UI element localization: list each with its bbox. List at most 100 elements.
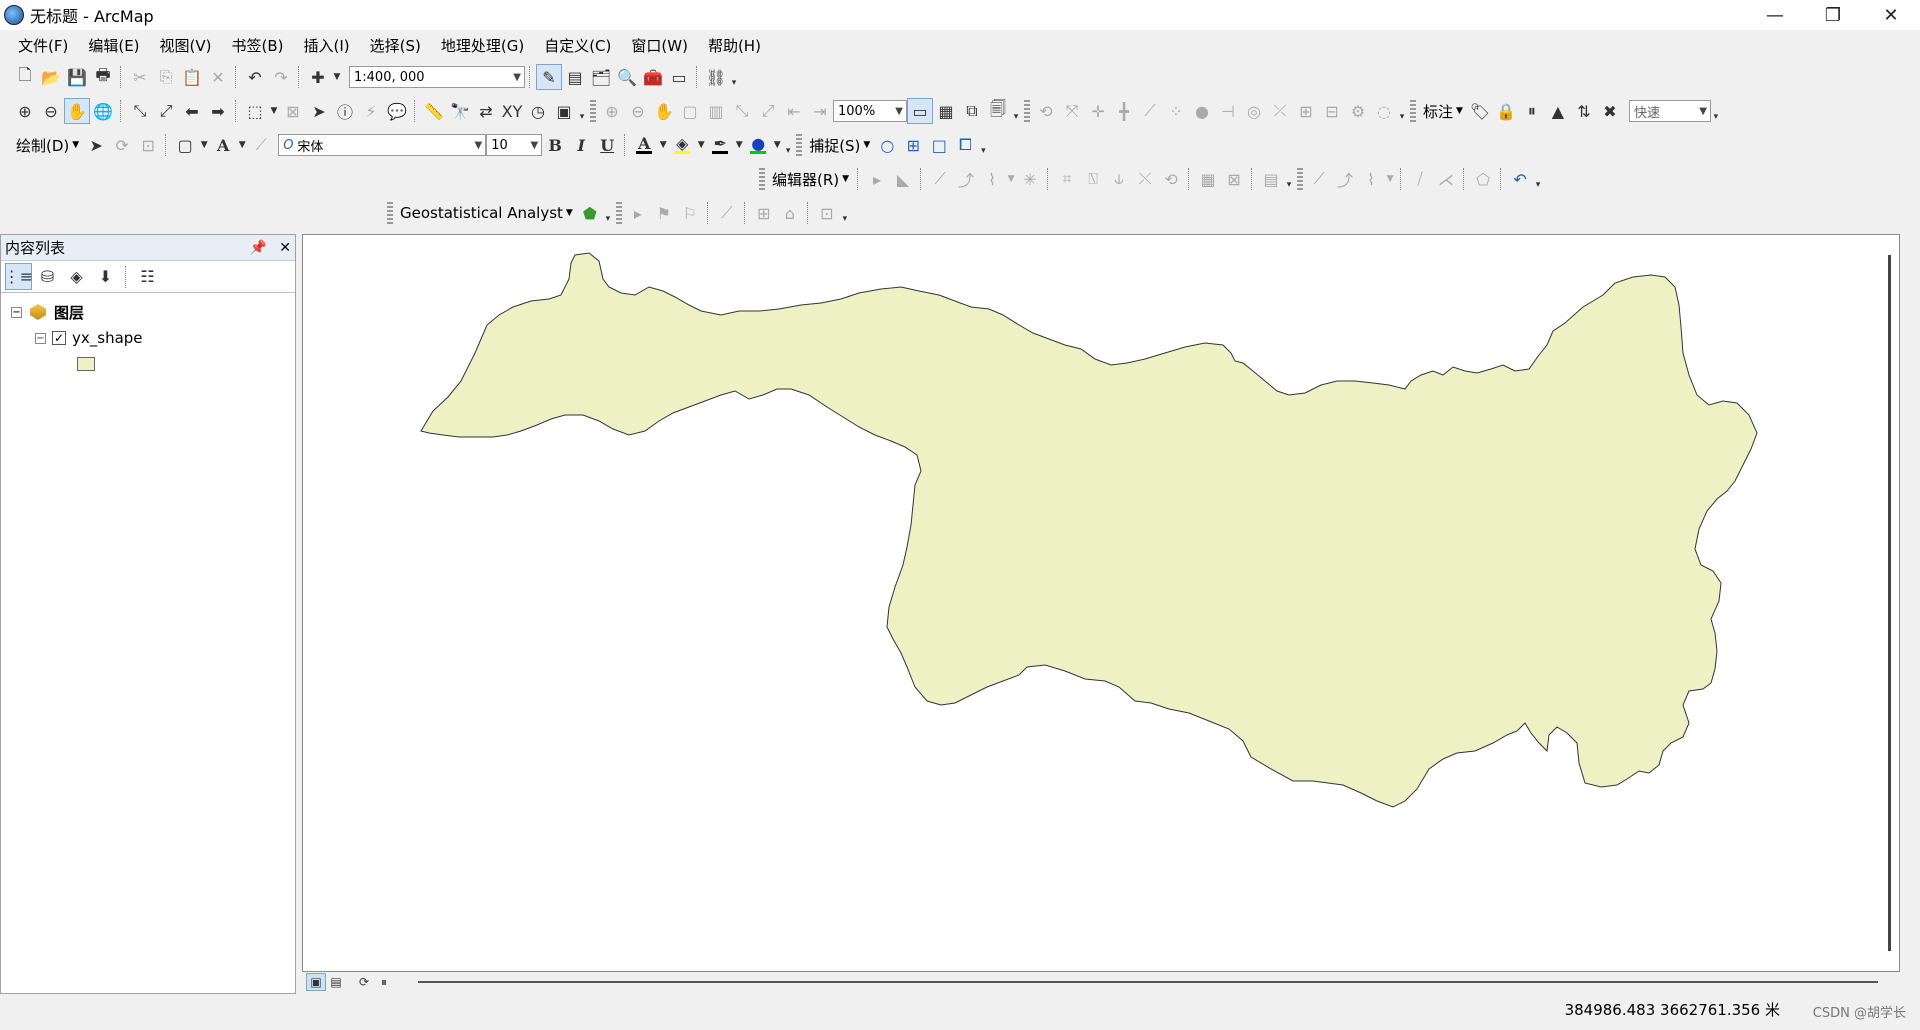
undo-edit-icon[interactable]: ↶ [1507,166,1533,192]
toolbar-grip[interactable] [387,202,393,224]
menu-insert[interactable]: 插入(I) [294,35,360,56]
collapse-icon[interactable]: − [11,306,22,318]
trace-icon[interactable]: ⌇ [979,166,1005,192]
curve-tool-icon[interactable]: ⤴ [1332,166,1358,192]
toolbar-options-icon[interactable]: ▾ [1397,100,1407,122]
toolbar-options-icon[interactable]: ▾ [603,202,613,224]
zoom-whole-page-icon[interactable]: ▢ [677,98,703,124]
menu-view[interactable]: 视图(V) [150,35,222,56]
toolbar-grip[interactable] [796,134,803,156]
list-by-drawing-order-icon[interactable]: ⋮≡ [4,263,33,290]
lock-labels-icon[interactable]: 🔒 [1493,98,1519,124]
cut-icon[interactable]: ✂ [127,64,153,90]
point-snapping-icon[interactable]: ○ [874,132,900,158]
arctoolbox-icon[interactable]: 🧰 [640,64,666,90]
georef-table-icon[interactable]: ⟋ [1137,98,1163,124]
layout-view-icon[interactable]: ▤ [326,973,346,991]
layout-pan-icon[interactable]: ✋ [651,98,677,124]
undo-icon[interactable]: ↶ [242,64,268,90]
list-by-source-icon[interactable]: ⛁ [34,263,61,290]
georef-stretch-icon[interactable]: ◎ [1241,98,1267,124]
toolbar-options-icon[interactable]: ▾ [729,66,739,88]
zoom-to-selected-icon[interactable]: ⊡ [135,132,161,158]
network-window-icon[interactable]: ⊡ [814,200,840,226]
list-by-selection-icon[interactable]: ⬇ [92,263,119,290]
go-to-xy-icon[interactable]: XY [499,98,525,124]
sketch-properties-icon[interactable]: ⊠ [1221,166,1247,192]
georef-rotate-icon[interactable]: ⟲ [1033,98,1059,124]
menu-edit[interactable]: 编辑(E) [78,35,149,56]
toolbar-grip[interactable] [590,100,596,122]
font-color-icon[interactable]: A [631,132,657,158]
georef-add-points-icon[interactable]: ✛ [1085,98,1111,124]
georef-shift-icon[interactable]: ⤧ [1059,98,1085,124]
fixed-zoom-in-layout-icon[interactable]: ⤡ [729,98,755,124]
select-elements-icon[interactable]: ➤ [306,98,332,124]
marker-color-dropdown-icon[interactable]: ▼ [771,132,783,158]
search-window-icon[interactable]: 🔍 [614,64,640,90]
zoom-100-icon[interactable]: ▥ [703,98,729,124]
tree-root-row[interactable]: − 图层 [1,299,295,325]
focus-data-frame-icon[interactable]: ▦ [933,98,959,124]
toolbar-options-icon[interactable]: ▾ [1711,100,1721,122]
menu-customize[interactable]: 自定义(C) [534,35,621,56]
pin-icon[interactable]: 📌 [250,240,267,256]
new-text-icon[interactable]: A [210,132,236,158]
network-directions-icon[interactable]: ⌂ [777,200,803,226]
print-icon[interactable]: 🖶 [90,64,116,90]
edit-tool-icon[interactable]: ▸ [864,166,890,192]
menu-help[interactable]: 帮助(H) [698,35,771,56]
map-scale-combo[interactable]: 1:400, 000 ▼ [349,66,525,88]
polygon-symbol-swatch[interactable] [77,357,95,371]
font-size-combo[interactable]: 10 ▼ [486,134,543,156]
construction-dropdown-icon[interactable]: ▼ [1005,166,1017,192]
layer-name[interactable]: yx_shape [72,329,143,347]
geostatistical-menu[interactable]: Geostatistical Analyst ▼ [396,204,577,222]
toolbar-options-icon[interactable]: ▾ [783,134,793,156]
network-select-icon[interactable]: ▸ [625,200,651,226]
menu-windows[interactable]: 窗口(W) [621,35,698,56]
zoom-out-icon[interactable]: ⊖ [38,98,64,124]
vertical-scrollbar[interactable] [1888,255,1891,951]
toolbar-options-icon[interactable]: ▾ [1533,168,1543,190]
modelbuilder-icon[interactable]: ⛓ [703,64,729,90]
attributes-icon[interactable]: ▦ [1195,166,1221,192]
toolbar-options-icon[interactable]: ▾ [840,202,850,224]
underline-button[interactable]: U [594,132,620,158]
rectangle-dropdown-icon[interactable]: ▼ [198,132,210,158]
end-point-arc-icon[interactable]: ⤴ [953,166,979,192]
erase-tool-icon[interactable]: ⧸ [1407,166,1433,192]
georef-fit-icon[interactable]: ⊟ [1319,98,1345,124]
network-solve-icon[interactable]: ⟋ [714,200,740,226]
fill-color-dropdown-icon[interactable]: ▼ [695,132,707,158]
change-layout-icon[interactable]: ⧉ [959,98,985,124]
georef-auto-icon[interactable]: ⊣ [1215,98,1241,124]
toolbar-grip[interactable] [1297,168,1304,190]
identify-icon[interactable]: ⓘ [332,98,358,124]
add-data-dropdown-icon[interactable]: ▼ [331,64,343,90]
marker-color-icon[interactable]: ● [745,132,771,158]
minimize-button[interactable]: — [1746,0,1804,30]
toolbar-options-icon[interactable]: ▾ [1011,100,1021,122]
fixed-zoom-in-icon[interactable]: ⤡ [127,98,153,124]
georef-reset-icon[interactable]: ◌ [1371,98,1397,124]
catalog-icon[interactable]: 🗂 [588,64,614,90]
pause-drawing-icon[interactable]: ⏸ [374,973,394,991]
options-icon[interactable]: ☷ [134,263,161,290]
rectangle-icon[interactable]: ▢ [172,132,198,158]
network-grid-icon[interactable]: ⊞ [751,200,777,226]
network-flag-icon[interactable]: ⚑ [651,200,677,226]
trace-tool-icon[interactable]: ⌇ [1358,166,1384,192]
reshape-feature-icon[interactable]: ⍂ [1080,166,1106,192]
menu-bookmarks[interactable]: 书签(B) [222,35,294,56]
edit-vertices-icon[interactable]: ⟋ [248,132,274,158]
back-arrow-icon[interactable]: ⬅ [179,98,205,124]
georef-sphere-icon[interactable]: ● [1189,98,1215,124]
snapping-menu[interactable]: 捕捉(S) ▼ [805,135,874,156]
menu-geoprocessing[interactable]: 地理处理(G) [431,35,534,56]
georef-settings-icon[interactable]: ⚙ [1345,98,1371,124]
collapse-icon[interactable]: − [35,332,46,344]
edge-snapping-icon[interactable]: ⧠ [952,132,978,158]
end-snapping-icon[interactable]: ⊞ [900,132,926,158]
python-window-icon[interactable]: ▭ [666,64,692,90]
